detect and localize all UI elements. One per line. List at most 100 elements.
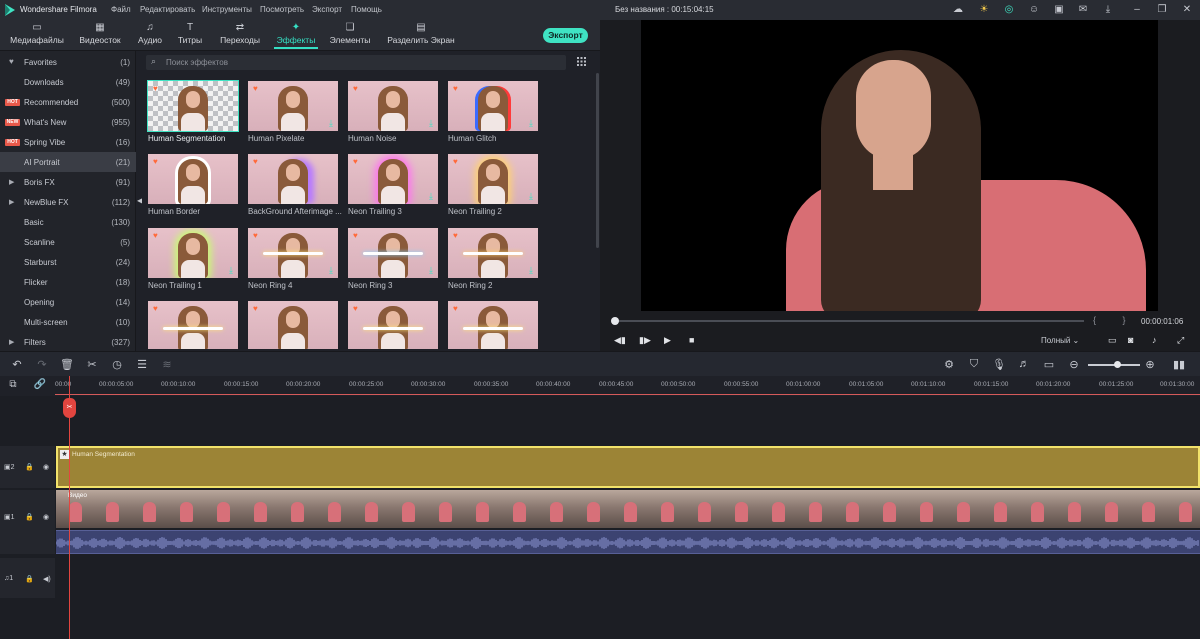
menu-file[interactable]: Файл	[111, 5, 131, 14]
category-downloads[interactable]: Downloads (49)	[0, 72, 136, 92]
effect-card[interactable]: ♥	[348, 301, 438, 349]
grid-view-icon[interactable]	[577, 57, 586, 66]
menu-view[interactable]: Посмотреть	[260, 5, 304, 14]
previous-frame-icon[interactable]: ◀▮	[614, 335, 626, 346]
download-icon[interactable]: ⤓	[1101, 3, 1115, 17]
tab-elements[interactable]: ❏ Элементы	[328, 20, 372, 51]
snapshot-settings-icon[interactable]: ▭	[1108, 335, 1117, 346]
effect-card-human-noise[interactable]: ♥ ⤓ Human Noise	[348, 81, 438, 146]
category-multi-screen[interactable]: Multi-screen (10)	[0, 312, 136, 332]
mark-in-out-icon[interactable]: { }	[1093, 315, 1138, 325]
lock-icon[interactable]: 🔒	[25, 575, 34, 583]
export-button[interactable]: Экспорт	[543, 28, 588, 43]
play-icon[interactable]: ▶	[664, 335, 671, 346]
tab-titles[interactable]: T Титры	[174, 20, 206, 51]
effect-card-human-glitch[interactable]: ♥ ⤓ Human Glitch	[448, 81, 538, 146]
menu-tools[interactable]: Инструменты	[202, 5, 252, 14]
category-ai-portrait[interactable]: AI Portrait (21)	[0, 152, 136, 172]
category-opening[interactable]: Opening (14)	[0, 292, 136, 312]
effect-card[interactable]: ♥	[148, 301, 238, 349]
category-starburst[interactable]: Starburst (24)	[0, 252, 136, 272]
preview-scrubber[interactable]	[614, 320, 1084, 322]
render-icon[interactable]: ⚙	[942, 358, 956, 371]
lock-icon[interactable]: 🔒	[25, 463, 34, 471]
audio-waveform[interactable]	[56, 530, 1200, 554]
effect-card[interactable]: ♥	[448, 301, 538, 349]
mail-icon[interactable]: ✉	[1076, 3, 1090, 17]
category-newblue-fx[interactable]: ▶ NewBlue FX (112)	[0, 192, 136, 212]
zoom-out-icon[interactable]: ⊖	[1067, 358, 1081, 371]
effect-card-neon-ring-3[interactable]: ♥ ⤓ Neon Ring 3	[348, 228, 438, 293]
effect-card[interactable]: ♥	[248, 301, 338, 349]
scrubber-handle[interactable]	[611, 317, 619, 325]
video-preview[interactable]	[641, 20, 1158, 311]
play-pause-frame-icon[interactable]: ▮▶	[639, 335, 651, 346]
category-boris-fx[interactable]: ▶ Boris FX (91)	[0, 172, 136, 192]
camera-icon[interactable]: ◙	[1128, 335, 1133, 345]
stop-icon[interactable]: ■	[689, 335, 694, 345]
playhead-handle[interactable]: ✂	[63, 398, 76, 418]
effects-scrollbar[interactable]	[596, 73, 599, 248]
effect-clip[interactable]: ★ Human Segmentation	[56, 446, 1200, 488]
video-clip[interactable]: Видео	[56, 490, 1200, 528]
lock-icon[interactable]: 🔒	[25, 513, 34, 521]
category-scanline[interactable]: Scanline (5)	[0, 232, 136, 252]
bulb-icon[interactable]: ☀	[977, 3, 991, 17]
save-icon[interactable]: ▣	[1052, 3, 1066, 17]
menu-help[interactable]: Помощь	[351, 5, 382, 14]
delete-icon[interactable]: 🗑	[60, 358, 74, 371]
speed-icon[interactable]: ◷	[110, 358, 124, 371]
effect-card-neon-ring-2[interactable]: ♥ ⤓ Neon Ring 2	[448, 228, 538, 293]
category-basic[interactable]: Basic (130)	[0, 212, 136, 232]
tab-effects[interactable]: ✦ Эффекты	[274, 20, 318, 51]
headset-icon[interactable]: ◎	[1002, 3, 1016, 17]
cloud-icon[interactable]: ☁	[951, 3, 965, 17]
close-icon[interactable]: ✕	[1180, 3, 1194, 17]
tab-media[interactable]: ▭ Медиафайлы	[8, 20, 66, 51]
effect-card-neon-ring-4[interactable]: ♥ ⤓ Neon Ring 4	[248, 228, 338, 293]
effect-card-neon-trailing-2[interactable]: ♥ ⤓ Neon Trailing 2	[448, 154, 538, 219]
minimize-icon[interactable]: –	[1130, 3, 1144, 17]
menu-export[interactable]: Экспорт	[312, 5, 342, 14]
audio-wave-icon[interactable]: ≋	[160, 358, 174, 371]
tab-stock[interactable]: ▦ Видеосток	[74, 20, 126, 51]
cut-icon[interactable]: ✂	[85, 358, 99, 371]
expand-arrow-icon[interactable]: ▶	[9, 178, 14, 186]
speaker-icon[interactable]: ◀)	[43, 575, 51, 583]
tab-split-screen[interactable]: ▤ Разделить Экран	[386, 20, 456, 51]
link-icon[interactable]: 🔗	[33, 379, 47, 390]
fullscreen-icon[interactable]: ⤢	[1177, 335, 1184, 346]
layout-toggle-icon[interactable]: ▮▮	[1172, 358, 1186, 371]
zoom-in-icon[interactable]: ⊕	[1143, 358, 1157, 371]
marker-icon[interactable]: ⛉	[967, 358, 981, 371]
effect-card-human-segmentation[interactable]: ♥ Human Segmentation	[147, 80, 239, 146]
effects-search-input[interactable]: ⌕ Поиск эффектов	[146, 55, 566, 70]
category-spring-vibe[interactable]: HOT Spring Vibe (16)	[0, 132, 136, 152]
adjust-icon[interactable]: ☰	[135, 358, 149, 371]
restore-icon[interactable]: ❐	[1155, 3, 1169, 17]
mixer-icon[interactable]: ♬	[1017, 358, 1031, 370]
expand-arrow-icon[interactable]: ▶	[9, 198, 14, 206]
eye-icon[interactable]: ◉	[43, 513, 49, 521]
category-flicker[interactable]: Flicker (18)	[0, 272, 136, 292]
zoom-slider-handle[interactable]	[1114, 361, 1121, 368]
category-whats-new[interactable]: NEW What's New (955)	[0, 112, 136, 132]
redo-icon[interactable]: ↷	[35, 358, 49, 371]
subtitle-icon[interactable]: ▭	[1042, 358, 1056, 371]
menu-edit[interactable]: Редактировать	[140, 5, 195, 14]
tab-audio[interactable]: ♫ Аудио	[134, 20, 166, 51]
effect-card-human-pixelate[interactable]: ♥ ⤓ Human Pixelate	[248, 81, 338, 146]
effect-card-neon-trailing-3[interactable]: ♥ ⤓ Neon Trailing 3	[348, 154, 438, 219]
preview-quality-select[interactable]: Полный ⌄	[1041, 336, 1079, 345]
effect-card-neon-trailing-1[interactable]: ♥ ⤓ Neon Trailing 1	[148, 228, 238, 293]
expand-arrow-icon[interactable]: ▶	[9, 338, 14, 346]
microphone-icon[interactable]: 🎙	[992, 358, 1006, 371]
effect-card-human-border[interactable]: ♥ Human Border	[148, 154, 238, 219]
undo-icon[interactable]: ↶	[10, 358, 24, 371]
account-icon[interactable]: ☺	[1027, 3, 1041, 17]
tab-transitions[interactable]: ⇄ Переходы	[218, 20, 262, 51]
timeline-ruler[interactable]: ⧉ 🔗 00:00 00:00:05:00 00:00:10:00 00:00:…	[0, 376, 1200, 396]
category-filters[interactable]: ▶ Filters (327)	[0, 332, 136, 352]
volume-icon[interactable]: ♪	[1152, 335, 1157, 345]
effect-card-background-afterimage[interactable]: ♥ BackGround Afterimage ...	[248, 154, 342, 219]
